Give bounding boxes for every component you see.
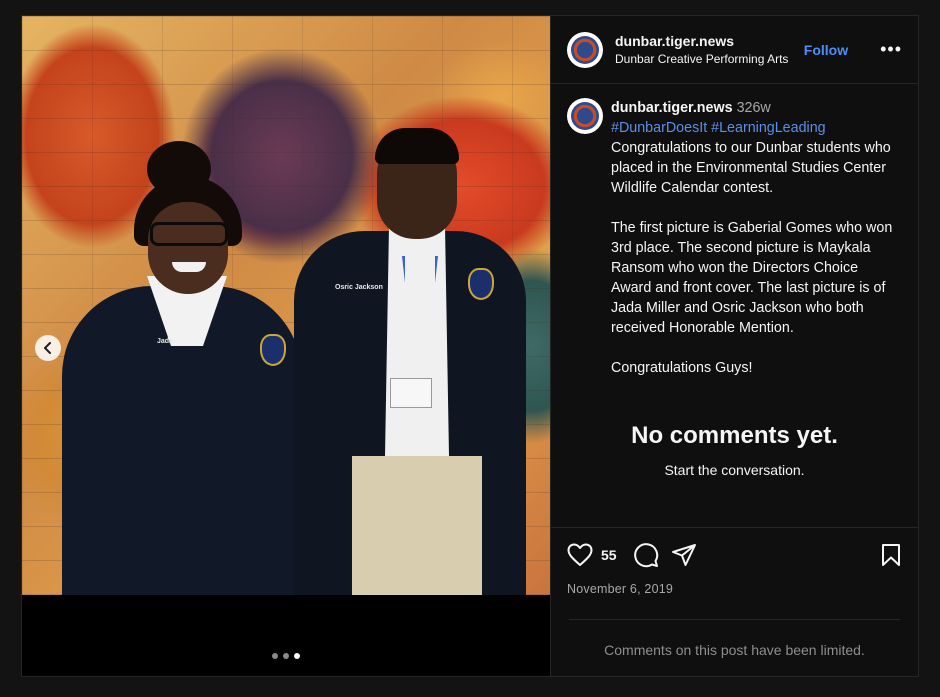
author-info: dunbar.tiger.news Dunbar Creative Perfor… <box>615 33 792 66</box>
carousel-dot <box>272 653 278 659</box>
caption-paragraph: Congratulations to our Dunbar students w… <box>611 140 891 196</box>
post-side-panel: dunbar.tiger.news Dunbar Creative Perfor… <box>551 16 918 676</box>
caption-username[interactable]: dunbar.tiger.news <box>611 100 733 116</box>
caption-avatar[interactable] <box>567 98 603 134</box>
carousel-dot <box>283 653 289 659</box>
post-date[interactable]: November 6, 2019 <box>567 582 902 596</box>
school-logo-icon <box>571 35 599 64</box>
girl-glasses <box>150 222 228 246</box>
heart-icon[interactable] <box>567 543 593 567</box>
post-media: Jada Osric Jackson <box>22 16 551 676</box>
girl-smile <box>172 262 206 272</box>
post-header: dunbar.tiger.news Dunbar Creative Perfor… <box>551 16 918 84</box>
school-patch-icon <box>260 334 286 366</box>
post-photo: Jada Osric Jackson <box>22 16 550 595</box>
share-icon[interactable] <box>671 543 697 567</box>
caption-paragraph: The first picture is Gaberial Gomes who … <box>611 220 893 336</box>
caption-text: dunbar.tiger.news 326w #DunbarDoesIt #Lea… <box>611 98 901 378</box>
carousel-indicator <box>22 653 550 659</box>
post-modal: Jada Osric Jackson dunbar.tiger.news Dun… <box>21 15 919 677</box>
boy-pants <box>352 456 482 595</box>
empty-comments: No comments yet. Start the conversation. <box>551 422 918 478</box>
girl-face <box>148 202 228 294</box>
boy-hair <box>375 128 459 164</box>
comments-limited-notice: Comments on this post have been limited. <box>569 619 900 658</box>
post-caption: dunbar.tiger.news 326w #DunbarDoesIt #Lea… <box>551 84 918 378</box>
empty-comments-subtitle: Start the conversation. <box>664 462 805 478</box>
caption-hashtags[interactable]: #DunbarDoesIt #LearningLeading <box>611 118 901 138</box>
author-username[interactable]: dunbar.tiger.news <box>615 33 792 49</box>
comment-icon[interactable] <box>633 542 659 568</box>
empty-comments-title: No comments yet. <box>631 422 838 449</box>
girl-name-tag: Jada <box>157 338 173 345</box>
carousel-dot-active <box>294 653 300 659</box>
more-options-icon[interactable]: ••• <box>880 39 902 60</box>
chevron-left-icon <box>44 342 51 354</box>
boy-name-tag: Osric Jackson <box>335 284 383 291</box>
school-patch-icon <box>468 268 494 300</box>
post-location[interactable]: Dunbar Creative Performing Arts <box>615 52 792 66</box>
caption-age: 326w <box>736 100 771 116</box>
caption-paragraph: Congratulations Guys! <box>611 360 753 376</box>
follow-button[interactable]: Follow <box>804 42 848 58</box>
post-actions: 55 November 6, 2019 <box>551 527 918 596</box>
boy-id-badge <box>390 378 432 408</box>
action-bar: 55 <box>567 542 902 568</box>
author-avatar[interactable] <box>567 31 603 68</box>
school-logo-icon <box>571 102 599 130</box>
carousel-previous-button[interactable] <box>35 335 61 361</box>
like-count[interactable]: 55 <box>601 547 617 563</box>
bookmark-icon[interactable] <box>880 543 902 567</box>
